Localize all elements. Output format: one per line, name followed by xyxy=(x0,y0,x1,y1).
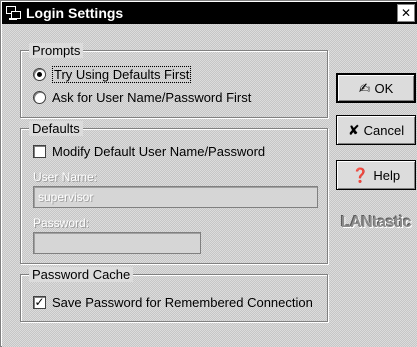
checkbox-box-checked[interactable]: ✓ xyxy=(33,296,46,309)
help-button-label: Help xyxy=(373,167,401,183)
ok-button-label: OK xyxy=(374,80,394,96)
checkbox-box[interactable] xyxy=(33,145,46,158)
radio-button-selected[interactable] xyxy=(33,68,46,81)
modify-defaults-label[interactable]: Modify Default User Name/Password xyxy=(52,144,265,159)
window-title: Login Settings xyxy=(26,5,124,21)
question-icon: ❓ xyxy=(351,166,370,183)
radio-defaults-first[interactable]: Try Using Defaults First xyxy=(33,66,192,83)
radio-label-ask-first[interactable]: Ask for User Name/Password First xyxy=(52,90,251,105)
username-field[interactable]: supervisor xyxy=(33,186,318,208)
x-icon: ✘ xyxy=(347,121,360,138)
save-password-label[interactable]: Save Password for Remembered Connection xyxy=(52,295,313,310)
radio-label-defaults-first[interactable]: Try Using Defaults First xyxy=(52,66,192,83)
defaults-legend: Defaults xyxy=(29,121,83,136)
password-field[interactable] xyxy=(33,232,201,254)
username-label: User Name: xyxy=(33,170,98,184)
radio-button[interactable] xyxy=(33,91,46,104)
modify-defaults-checkbox[interactable]: Modify Default User Name/Password xyxy=(33,144,265,159)
dialog-body: Prompts Try Using Defaults First Ask for… xyxy=(2,24,417,347)
login-settings-dialog: Login Settings ✕ Prompts Try Using Defau… xyxy=(0,0,417,347)
save-password-checkbox[interactable]: ✓ Save Password for Remembered Connectio… xyxy=(33,295,313,310)
help-button[interactable]: ❓ Help xyxy=(336,160,416,190)
cancel-button[interactable]: ✘ Cancel xyxy=(336,115,416,145)
title-bar[interactable]: Login Settings ✕ xyxy=(2,2,417,24)
password-label: Password: xyxy=(33,216,90,230)
close-button[interactable]: ✕ xyxy=(397,4,415,22)
cancel-button-label: Cancel xyxy=(363,122,405,138)
radio-ask-first[interactable]: Ask for User Name/Password First xyxy=(33,90,251,105)
pen-icon: ✍ xyxy=(358,79,371,96)
ok-button[interactable]: ✍ OK xyxy=(336,73,416,103)
prompts-group: Prompts xyxy=(20,43,328,118)
computers-icon xyxy=(6,5,22,21)
prompts-legend: Prompts xyxy=(29,43,84,58)
lantastic-logo: LANtastic xyxy=(340,214,412,231)
password-cache-legend: Password Cache xyxy=(29,267,134,282)
